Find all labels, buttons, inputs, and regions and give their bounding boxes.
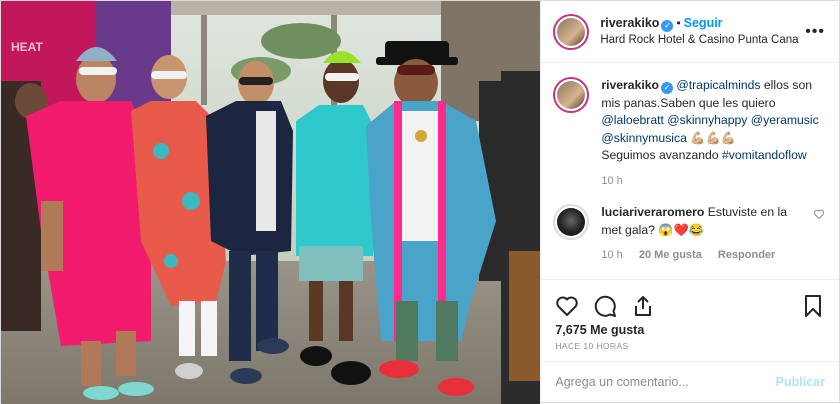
add-comment-input[interactable] [555, 375, 776, 389]
author-info: riverakiko ✓ • Seguir Hard Rock Hotel & Cas… [600, 15, 805, 48]
post-photo[interactable]: HEAT [1, 1, 541, 404]
likes-count[interactable]: 7,675 Me gusta [541, 323, 839, 337]
mention-link[interactable]: @laloebratt [601, 113, 664, 127]
verified-badge-icon: ✓ [661, 20, 674, 32]
caption-meta: 10 h [601, 173, 825, 191]
instagram-post: HEAT riverakiko ✓ • Seguir Hard Rock Hot… [0, 0, 840, 404]
post-header: riverakiko ✓ • Seguir Hard Rock Hotel & Cas… [541, 1, 839, 63]
comment-likes[interactable]: 20 Me gusta [639, 249, 702, 261]
share-icon[interactable] [631, 294, 655, 318]
caption-username[interactable]: riverakiko [601, 78, 659, 92]
photo-illustration: HEAT [1, 1, 541, 404]
caption-time[interactable]: 10 h [601, 175, 622, 187]
caption-avatar[interactable] [553, 77, 590, 113]
bookmark-icon[interactable] [801, 294, 825, 318]
comment-icon[interactable] [593, 294, 617, 318]
post-sidebar: riverakiko ✓ • Seguir Hard Rock Hotel & Cas… [540, 1, 839, 402]
commenter-avatar[interactable] [553, 204, 590, 240]
verified-badge-icon: ✓ [660, 82, 673, 94]
post-time[interactable]: HACE 10 HORAS [541, 337, 839, 361]
caption-text: Seguimos avanzando [601, 148, 722, 162]
comments-section: riverakiko ✓ @trapicalminds ellos son mis… [541, 63, 839, 279]
author-avatar[interactable] [553, 13, 590, 50]
location-link[interactable]: Hard Rock Hotel & Casino Punta Cana [600, 32, 805, 48]
mention-link[interactable]: @yeramusic [751, 113, 819, 127]
add-comment-bar: Publicar [541, 361, 839, 402]
comment-time[interactable]: 10 h [601, 249, 622, 261]
publish-button[interactable]: Publicar [776, 375, 825, 389]
comment-row: luciariveraromero Estuviste en la met ga… [553, 204, 825, 265]
separator-dot: • [676, 16, 681, 30]
follow-button[interactable]: Seguir [684, 16, 723, 30]
comment-meta: 10 h 20 Me gusta Responder [601, 247, 809, 265]
caption-body: riverakiko ✓ @trapicalminds ellos son mis… [601, 77, 825, 190]
caption-row: riverakiko ✓ @trapicalminds ellos son mis… [553, 77, 825, 190]
comment-heart-icon[interactable] [813, 208, 825, 220]
more-options-icon[interactable]: ••• [805, 23, 825, 41]
caption-emoji: 💪🏼💪🏼💪🏼 [690, 130, 736, 145]
action-bar [541, 279, 839, 323]
author-username[interactable]: riverakiko [600, 16, 659, 30]
reply-button[interactable]: Responder [718, 249, 775, 261]
banner-text: HEAT [11, 40, 43, 54]
mention-link[interactable]: @skinnymusica [601, 131, 687, 145]
hashtag-link[interactable]: #vomitandoflow [722, 148, 807, 162]
commenter-username[interactable]: luciariveraromero [601, 205, 704, 219]
comment-body: luciariveraromero Estuviste en la met ga… [601, 204, 809, 265]
mention-link[interactable]: @trapicalminds [676, 78, 760, 92]
heart-icon[interactable] [555, 294, 579, 318]
mention-link[interactable]: @skinnyhappy [667, 113, 747, 127]
